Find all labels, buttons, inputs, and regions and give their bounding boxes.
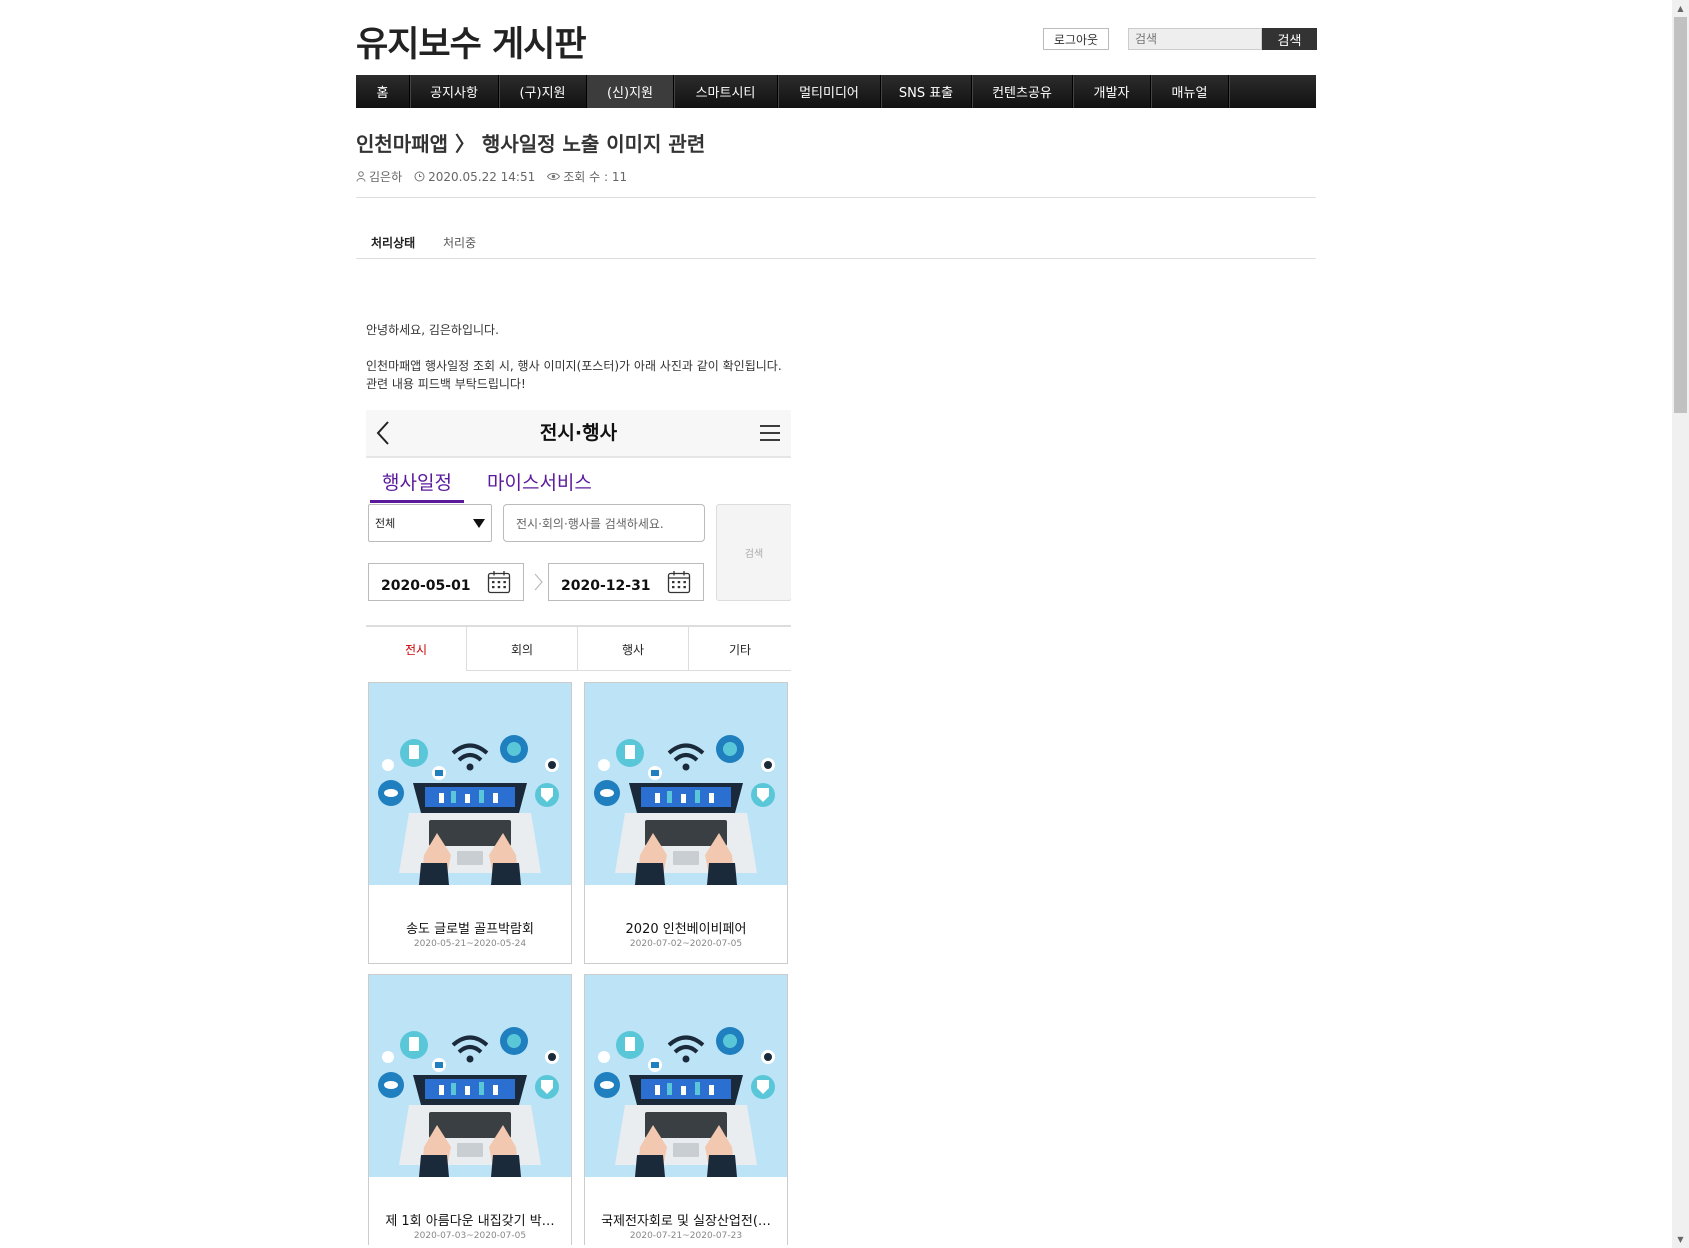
post-views: 조회 수 : 11	[563, 170, 628, 184]
app-header: 전시·행사	[366, 410, 791, 458]
event-date: 2020-05-21~2020-05-24	[413, 939, 527, 949]
post-title: 인천마패앱 〉 행사일정 노출 이미지 관련	[356, 132, 706, 156]
nav-item-notice[interactable]: 공지사항	[410, 75, 499, 108]
laptop-illustration	[369, 975, 571, 1177]
scroll-up-arrow-icon[interactable]: ▲	[1672, 0, 1689, 17]
event-title: 2020 인천베이비페어	[625, 922, 747, 937]
app-date-from-value: 2020-05-01	[381, 578, 471, 594]
eye-icon	[547, 173, 561, 180]
nav-item-developer[interactable]: 개발자	[1073, 75, 1151, 108]
nav-item-sns[interactable]: SNS 표출	[881, 75, 972, 108]
main-nav: 홈 공지사항 (구)지원 (신)지원 스마트시티 멀티미디어 SNS 표출 컨텐…	[356, 75, 1316, 108]
nav-item-manual[interactable]: 매뉴얼	[1151, 75, 1229, 108]
event-title: 국제전자회로 및 실장산업전(…	[601, 1214, 771, 1229]
app-tab-mice-service: 마이스서비스	[487, 472, 592, 494]
calendar-icon	[667, 571, 691, 594]
nav-item-smart-city[interactable]: 스마트시티	[674, 75, 778, 108]
date-meta: 2020.05.22 14:51	[414, 170, 535, 184]
body-line: 인천마패앱 행사일정 조회 시, 행사 이미지(포스터)가 아래 사진과 같이 …	[366, 359, 782, 373]
event-poster-image	[369, 683, 571, 885]
event-title: 송도 글로벌 골프박람회	[406, 922, 534, 937]
laptop-illustration	[585, 975, 787, 1177]
attached-image: 전시·행사 행사일정 마이스서비스 전체 전시·회의·행사를 검색하세요. 검색…	[366, 410, 791, 1245]
body-greeting: 안녕하세요, 김은하입니다.	[366, 323, 499, 337]
nav-item-multimedia[interactable]: 멀티미디어	[778, 75, 881, 108]
scroll-thumb[interactable]	[1674, 17, 1687, 413]
event-poster-image	[369, 975, 571, 1177]
app-tab-schedule: 행사일정	[382, 472, 452, 494]
views-meta: 조회 수 : 11	[547, 168, 627, 185]
divider	[356, 258, 1316, 259]
app-category-event: 행사	[577, 627, 688, 671]
app-date-to: 2020-12-31	[548, 563, 704, 601]
event-date: 2020-07-03~2020-07-05	[413, 1231, 527, 1241]
nav-item-home[interactable]: 홈	[356, 75, 410, 108]
event-card: 제 1회 아름다운 내집갖기 박… 2020-07-03~2020-07-05	[368, 974, 572, 1245]
event-poster-image	[585, 975, 787, 1177]
nav-item-content-share[interactable]: 컨텐츠공유	[972, 75, 1073, 108]
event-card: 국제전자회로 및 실장산업전(… 2020-07-21~2020-07-23	[584, 974, 788, 1245]
nav-item-old-support[interactable]: (구)지원	[499, 75, 587, 108]
event-date: 2020-07-21~2020-07-23	[629, 1231, 743, 1241]
event-date: 2020-07-02~2020-07-05	[629, 939, 743, 949]
chevron-right-icon	[534, 573, 543, 591]
app-keyword-input: 전시·회의·행사를 검색하세요.	[503, 504, 705, 542]
app-select-value: 전체	[375, 517, 396, 530]
divider	[356, 197, 1316, 198]
site-title[interactable]: 유지보수 게시판	[356, 16, 587, 67]
search-button[interactable]: 검색	[1262, 28, 1317, 50]
nav-item-new-support[interactable]: (신)지원	[587, 75, 674, 108]
status-value: 처리중	[443, 236, 477, 250]
laptop-illustration	[585, 683, 787, 885]
post-author[interactable]: 김은하	[369, 168, 402, 185]
dropdown-arrow-icon	[473, 518, 485, 528]
event-card: 송도 글로벌 골프박람회 2020-05-21~2020-05-24	[368, 682, 572, 964]
calendar-icon	[487, 571, 511, 594]
app-category-exhibition: 전시	[366, 627, 466, 671]
app-category-tabs: 전시 회의 행사 기타	[366, 625, 791, 671]
laptop-illustration	[369, 683, 571, 885]
post-meta: 김은하 2020.05.22 14:51 조회 수 : 11	[356, 168, 627, 185]
app-date-to-value: 2020-12-31	[561, 578, 651, 594]
logout-button[interactable]: 로그아웃	[1043, 28, 1109, 50]
author-meta: 김은하	[356, 168, 402, 185]
app-header-title: 전시·행사	[539, 422, 618, 444]
body-line: 관련 내용 피드백 부탁드립니다!	[366, 377, 526, 391]
page-scrollbar[interactable]: ▲ ▼	[1672, 0, 1689, 1248]
post-datetime: 2020.05.22 14:51	[428, 169, 536, 184]
event-card: 2020 인천베이비페어 2020-07-02~2020-07-05	[584, 682, 788, 964]
app-date-from: 2020-05-01	[368, 563, 524, 601]
search-input[interactable]	[1128, 28, 1262, 50]
scroll-down-arrow-icon[interactable]: ▼	[1672, 1231, 1689, 1248]
clock-icon	[414, 171, 425, 182]
app-category-conference: 회의	[466, 627, 577, 671]
app-category-other: 기타	[688, 627, 791, 671]
status-label: 처리상태	[371, 236, 416, 250]
app-tab-underline	[370, 500, 464, 503]
user-icon	[356, 171, 366, 182]
hamburger-menu-icon	[760, 425, 780, 441]
app-search-button: 검색	[716, 504, 791, 601]
app-category-select: 전체	[368, 504, 492, 542]
event-title: 제 1회 아름다운 내집갖기 박…	[385, 1214, 555, 1229]
event-poster-image	[585, 683, 787, 885]
